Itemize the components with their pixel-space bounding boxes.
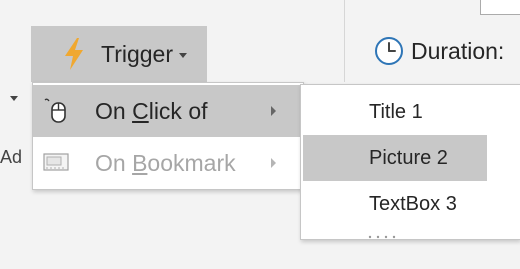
trigger-button[interactable]: Trigger: [31, 26, 207, 82]
duration-label: Duration:: [411, 37, 505, 64]
submenu-item[interactable]: Picture 2: [303, 135, 487, 181]
clipped-label: Ad: [0, 147, 23, 167]
dropdown-arrow-icon[interactable]: [10, 96, 18, 101]
ribbon-separator: [344, 0, 345, 82]
menu-item-label: On Bookmark: [95, 149, 236, 176]
menu-item-on-bookmark[interactable]: On Bookmark: [33, 137, 303, 189]
lightning-bolt-icon: [63, 38, 85, 70]
trigger-menu: On Click of On Bookmark: [32, 82, 304, 190]
chevron-down-icon: [179, 52, 187, 58]
chevron-right-icon: [271, 158, 276, 168]
chevron-right-icon: [271, 106, 276, 116]
clock-icon: [374, 36, 404, 66]
menu-item-on-click-of[interactable]: On Click of: [33, 85, 303, 137]
trigger-label: Trigger: [101, 40, 173, 67]
menu-item-label: On Click of: [95, 97, 208, 124]
submenu-item[interactable]: TextBox 3: [303, 181, 520, 227]
bookmark-icon: [41, 148, 71, 178]
mouse-icon: [41, 96, 71, 126]
more-items-dots-icon[interactable]: [368, 226, 398, 239]
ribbon-control-edge: [480, 0, 520, 15]
duration-control[interactable]: Duration:: [374, 36, 504, 66]
submenu-item[interactable]: Title 1: [303, 89, 520, 135]
on-click-submenu: Title 1 Picture 2 TextBox 3: [300, 84, 520, 240]
